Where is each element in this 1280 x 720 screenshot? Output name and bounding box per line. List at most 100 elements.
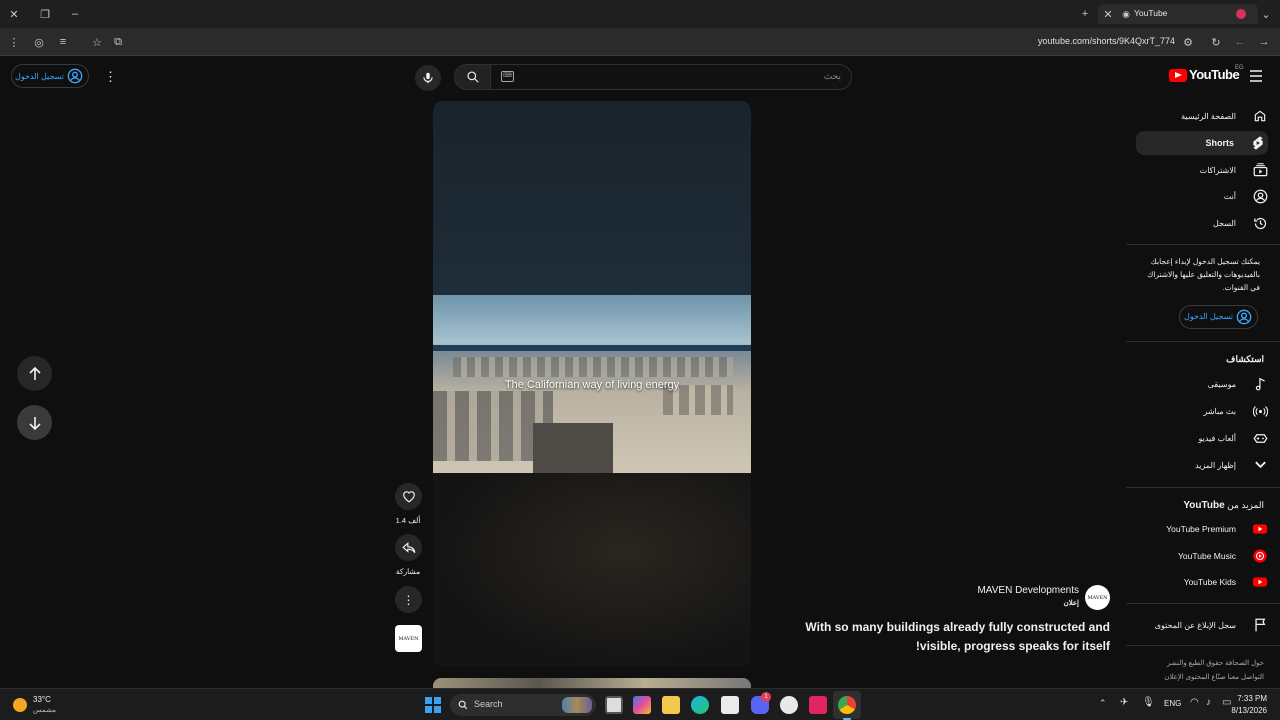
sidebar-divider <box>1126 244 1280 245</box>
taskbar-search-label: Search <box>474 699 503 709</box>
copilot-icon[interactable] <box>633 696 651 714</box>
customize-icon[interactable]: ≡ <box>55 34 71 50</box>
header-signin-button[interactable]: تسجيل الدخول <box>11 64 89 88</box>
microsoft-store-icon[interactable] <box>721 696 739 714</box>
share-button[interactable] <box>395 534 422 561</box>
more-heading-brand: YouTube <box>1183 500 1225 511</box>
settings-more-icon[interactable]: ⋮ <box>104 69 117 85</box>
sidebar-item-music[interactable]: موسيقى <box>1136 372 1268 396</box>
sidebar-item-label: YouTube Music <box>1178 551 1236 561</box>
sidebar-item-history[interactable]: السجل <box>1136 211 1268 235</box>
sidebar-item-label: السجل <box>1212 218 1236 228</box>
footer-links-line1[interactable]: حول الصحافة حقوق الطبع والنشر <box>1167 659 1264 667</box>
mic-icon <box>423 72 433 84</box>
wifi-icon[interactable]: ◠ <box>1190 697 1199 708</box>
sidebar-item-label: ألعاب فيديو <box>1198 433 1236 443</box>
close-window-icon[interactable]: ✕ <box>6 6 22 22</box>
sidebar-divider <box>1126 645 1280 646</box>
network-off-icon[interactable]: ✈ <box>1120 697 1128 708</box>
keyboard-icon[interactable]: ⌨ <box>501 71 514 82</box>
search-icon <box>458 700 468 710</box>
windows-start-icon[interactable] <box>425 697 441 713</box>
url-field[interactable]: youtube.com/shorts/9K4QxrT_774 <box>980 36 1175 46</box>
bookmark-star-icon[interactable]: ☆ <box>89 34 105 50</box>
sidebar-item-youtube-premium[interactable]: YouTube Premium <box>1136 517 1268 541</box>
youtube-music-icon <box>1252 548 1268 564</box>
youtube-kids-icon <box>1252 574 1268 590</box>
sidebar-signin-button[interactable]: تسجيل الدخول <box>1179 305 1258 329</box>
more-from-heading: YouTube المزيد من <box>1183 500 1264 511</box>
weather-sun-icon[interactable] <box>13 698 27 712</box>
volume-icon[interactable]: ♪ <box>1206 697 1211 708</box>
video-title-line2: !visible, progress speaks for itself <box>915 639 1110 653</box>
like-button[interactable] <box>395 483 422 510</box>
next-short-preview[interactable] <box>433 678 751 688</box>
microphone-tray-icon[interactable]: 🎙 <box>1142 697 1155 708</box>
sidebar-item-shorts[interactable]: Shorts <box>1136 131 1268 155</box>
sidebar-item-youtube-music[interactable]: YouTube Music <box>1136 544 1268 568</box>
history-icon <box>1252 215 1268 231</box>
home-icon <box>1252 108 1268 124</box>
search-input[interactable]: ⌨ بحث <box>490 64 852 90</box>
search-button[interactable] <box>454 64 492 90</box>
arrow-up-icon <box>28 366 41 380</box>
sidebar-item-live[interactable]: بث مباشر <box>1136 399 1268 423</box>
youtube-logo-text[interactable]: YouTube <box>1189 67 1240 82</box>
sidebar-signin-prompt: يمكنك تسجيل الدخول لإبداء إعجابك بالفيدي… <box>1147 257 1260 292</box>
battery-icon[interactable]: ▭ <box>1222 697 1231 708</box>
app-red-icon[interactable] <box>809 696 827 714</box>
voice-search-button[interactable] <box>415 65 441 91</box>
chrome-browser-icon[interactable] <box>838 696 856 714</box>
sidebar-show-more[interactable]: إظهار المزيد <box>1136 453 1268 477</box>
tab-close-icon[interactable]: ✕ <box>1100 6 1116 22</box>
channel-avatar-thumbnail[interactable]: MAVEN <box>395 625 422 652</box>
minimize-window-icon[interactable]: – <box>67 6 83 22</box>
share-label: مشاركة <box>395 567 421 576</box>
clock-time[interactable]: 7:33 PM <box>1237 694 1267 703</box>
channel-name[interactable]: MAVEN Developments <box>977 585 1079 596</box>
sidebar-item-label: الاشتراكات <box>1199 165 1236 175</box>
channel-avatar[interactable]: MAVEN <box>1085 585 1110 610</box>
clock-date[interactable]: 8/13/2026 <box>1231 706 1267 715</box>
steam-icon[interactable] <box>780 696 798 714</box>
task-view-icon[interactable] <box>605 696 623 714</box>
previous-short-button[interactable] <box>17 356 52 391</box>
flag-icon <box>1252 617 1268 633</box>
shorts-video-player[interactable]: The Californian way of living energy <box>433 101 751 667</box>
hamburger-menu-icon[interactable] <box>1249 70 1263 82</box>
new-tab-icon[interactable]: + <box>1077 6 1093 22</box>
tab-youtube[interactable]: ✕ ◉ YouTube <box>1098 4 1258 24</box>
sidebar-item-you[interactable]: أنت <box>1136 184 1268 208</box>
site-settings-icon[interactable]: ⚙ <box>1180 34 1196 50</box>
signin-label: تسجيل الدخول <box>1184 312 1233 321</box>
weather-temp[interactable]: 33°C <box>33 695 51 704</box>
input-language[interactable]: ENG <box>1164 699 1181 708</box>
edge-browser-icon[interactable] <box>691 696 709 714</box>
sidebar-item-gaming[interactable]: ألعاب فيديو <box>1136 426 1268 450</box>
sidebar-item-report-history[interactable]: سجل الإبلاغ عن المحتوى <box>1136 613 1268 637</box>
back-icon[interactable]: → <box>1256 34 1272 50</box>
install-app-icon[interactable]: ⧉ <box>110 34 126 50</box>
tab-favicon-icon: ◉ <box>1122 8 1130 19</box>
profile-icon[interactable]: ◎ <box>31 34 47 50</box>
sidebar-item-subscriptions[interactable]: الاشتراكات <box>1136 158 1268 182</box>
browser-menu-icon[interactable]: ⋮ <box>6 34 22 50</box>
sidebar-item-home[interactable]: الصفحة الرئيسية <box>1136 104 1268 128</box>
sidebar-item-label: أنت <box>1223 191 1236 201</box>
youtube-logo-icon[interactable] <box>1169 69 1187 82</box>
footer-links-line2[interactable]: التواصل معنا صنّاع المحتوى الإعلان <box>1164 673 1264 681</box>
sidebar-divider <box>1126 341 1280 342</box>
sidebar-item-label: YouTube Premium <box>1166 524 1236 534</box>
more-actions-button[interactable]: ⋮ <box>395 586 422 613</box>
forward-icon[interactable]: ← <box>1232 34 1248 50</box>
sidebar-item-youtube-kids[interactable]: YouTube Kids <box>1136 570 1268 594</box>
tab-menu-chevron-icon[interactable]: ⌄ <box>1258 6 1274 22</box>
system-tray-chevron-icon[interactable]: ⌃ <box>1099 698 1107 709</box>
next-short-button[interactable] <box>17 405 52 440</box>
reload-icon[interactable]: ↻ <box>1208 34 1224 50</box>
video-bottom-blur <box>433 473 751 667</box>
restore-window-icon[interactable]: ❐ <box>37 6 53 22</box>
file-explorer-icon[interactable] <box>662 696 680 714</box>
youtube-premium-icon <box>1252 521 1268 537</box>
taskbar-search-box[interactable]: Search <box>450 694 596 716</box>
